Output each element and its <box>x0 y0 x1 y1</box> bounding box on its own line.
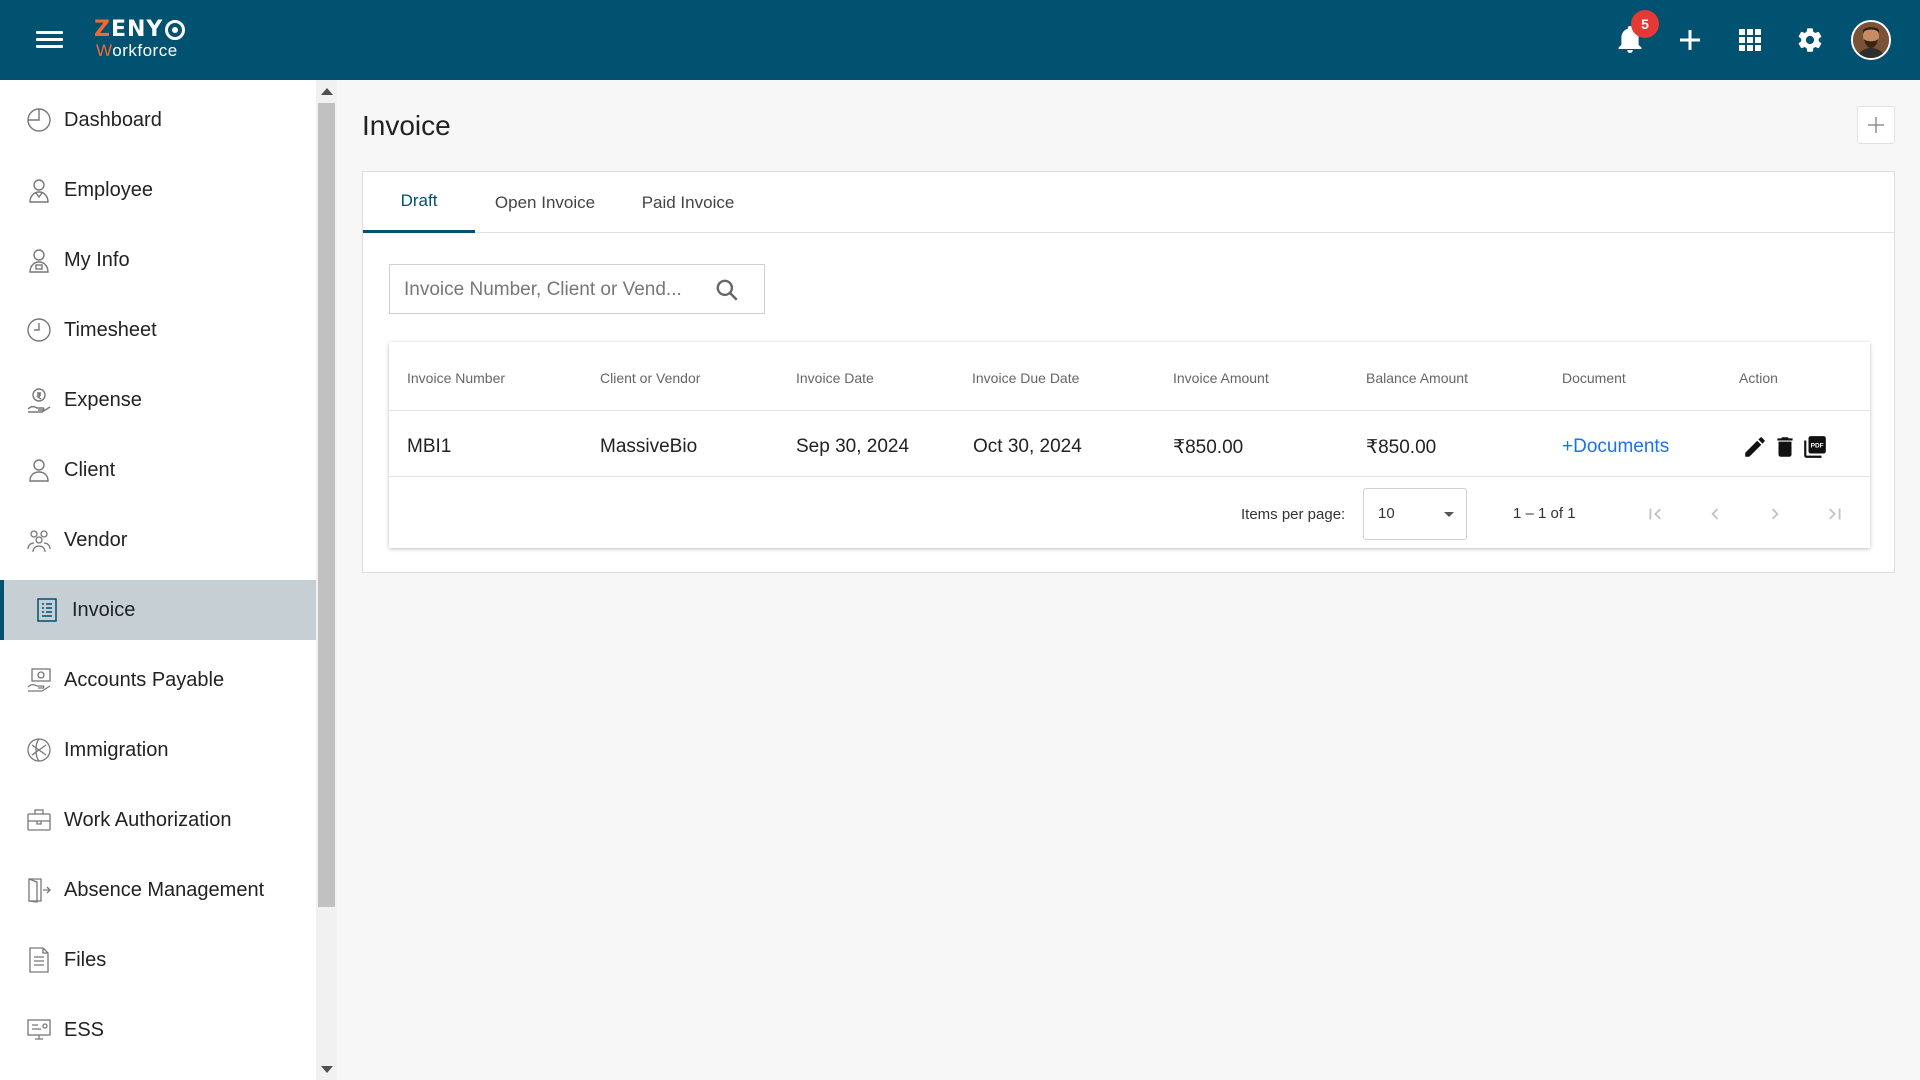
invoice-table: Invoice Number Client or Vendor Invoice … <box>389 342 1870 548</box>
cell-client-or-vendor: MassiveBio <box>600 436 698 457</box>
apps-grid-icon[interactable] <box>1730 20 1770 60</box>
sidebar-item-invoice[interactable]: Invoice <box>0 580 316 640</box>
sidebar-item-files[interactable]: Files <box>0 930 316 990</box>
search-icon[interactable] <box>714 277 740 303</box>
documents-link[interactable]: +Documents <box>1562 436 1669 458</box>
tab-paid-invoice[interactable]: Paid Invoice <box>615 172 761 233</box>
table-header-divider <box>389 410 1870 411</box>
table-row-divider <box>389 476 1870 477</box>
dropdown-caret-icon <box>1444 512 1454 517</box>
items-per-page-value: 10 <box>1378 505 1395 522</box>
sidebar-item-ess[interactable]: ESS <box>0 1000 316 1060</box>
sidebar-item-client[interactable]: Client <box>0 440 316 500</box>
column-header-invoice-amount[interactable]: Invoice Amount <box>1173 370 1269 386</box>
previous-page-button[interactable] <box>1701 500 1729 528</box>
logo-subtitle: Workforce <box>96 41 178 60</box>
sidebar-item-accounts-payable[interactable]: Accounts Payable <box>0 650 316 710</box>
column-header-invoice-number[interactable]: Invoice Number <box>407 370 505 386</box>
items-per-page-label: Items per page: <box>1241 506 1346 523</box>
paginator-range-label: 1 – 1 of 1 <box>1513 505 1576 522</box>
svg-text:PDF: PDF <box>1811 443 1824 450</box>
person-icon <box>26 457 52 483</box>
gear-icon[interactable] <box>1790 20 1830 60</box>
expense-icon <box>26 387 52 413</box>
tab-draft[interactable]: Draft <box>363 172 475 233</box>
column-header-balance-amount[interactable]: Balance Amount <box>1366 370 1468 386</box>
plus-icon <box>1868 117 1884 133</box>
sidebar-item-timesheet[interactable]: Timesheet <box>0 300 316 360</box>
clock-icon <box>26 317 52 343</box>
sidebar-nav: Dashboard Employee My Info Timesheet Exp… <box>0 80 316 1080</box>
column-header-invoice-date[interactable]: Invoice Date <box>796 370 874 386</box>
vendor-icon <box>26 527 52 553</box>
invoice-card: Draft Open Invoice Paid Invoice Invoice … <box>362 171 1895 573</box>
file-icon <box>26 947 52 973</box>
globe-icon <box>26 737 52 763</box>
column-header-document: Document <box>1562 370 1626 386</box>
column-header-invoice-due-date[interactable]: Invoice Due Date <box>972 370 1079 386</box>
tab-open-invoice[interactable]: Open Invoice <box>475 172 615 233</box>
scroll-up-arrow-icon[interactable] <box>321 88 333 95</box>
page-title: Invoice <box>362 110 451 141</box>
my-info-icon <box>26 247 52 273</box>
chevron-right-icon <box>1771 508 1779 520</box>
add-invoice-button[interactable] <box>1857 106 1895 144</box>
sidebar-item-employee[interactable]: Employee <box>0 160 316 220</box>
cell-invoice-due-date: Oct 30, 2024 <box>973 436 1082 457</box>
last-page-button[interactable] <box>1821 500 1849 528</box>
sidebar-item-absence-management[interactable]: Absence Management <box>0 860 316 920</box>
cell-invoice-number: MBI1 <box>407 436 452 457</box>
sidebar-scrollbar-thumb[interactable] <box>318 103 335 907</box>
logo-ring-icon <box>165 20 186 40</box>
edit-icon[interactable] <box>1742 434 1768 460</box>
search-input[interactable] <box>404 277 704 303</box>
exit-door-icon <box>26 877 52 903</box>
accounts-payable-icon <box>26 667 52 693</box>
scroll-down-arrow-icon[interactable] <box>321 1066 333 1073</box>
sidebar-item-dashboard[interactable]: Dashboard <box>0 90 316 150</box>
menu-icon[interactable] <box>36 29 63 51</box>
cell-invoice-date: Sep 30, 2024 <box>796 436 910 457</box>
top-app-bar: Z ENY Workforce 5 <box>0 0 1920 80</box>
plus-icon[interactable] <box>1670 20 1710 60</box>
sidebar-item-work-authorization[interactable]: Work Authorization <box>0 790 316 850</box>
cell-invoice-amount: ₹850.00 <box>1173 437 1244 458</box>
sidebar-item-immigration[interactable]: Immigration <box>0 720 316 780</box>
pdf-icon[interactable]: PDF <box>1802 434 1828 460</box>
briefcase-icon <box>26 807 52 833</box>
delete-icon[interactable] <box>1772 434 1798 460</box>
avatar[interactable] <box>1851 20 1891 60</box>
sidebar-item-expense[interactable]: Expense <box>0 370 316 430</box>
app-logo[interactable]: Z ENY Workforce <box>94 18 186 60</box>
invoice-tabs: Draft Open Invoice Paid Invoice <box>363 172 1894 233</box>
last-page-icon <box>1829 508 1841 520</box>
next-page-button[interactable] <box>1761 500 1789 528</box>
invoice-icon <box>34 597 60 623</box>
logo-wordmark: Z ENY <box>94 18 186 42</box>
ess-icon <box>26 1017 52 1043</box>
chevron-left-icon <box>1711 508 1719 520</box>
cell-balance-amount: ₹850.00 <box>1366 437 1437 458</box>
employee-icon <box>26 177 52 203</box>
first-page-button[interactable] <box>1641 500 1669 528</box>
column-header-action: Action <box>1739 370 1778 386</box>
search-box <box>389 264 765 314</box>
first-page-icon <box>1649 508 1661 520</box>
dashboard-icon <box>26 107 52 133</box>
notification-count-badge: 5 <box>1631 10 1659 38</box>
sidebar-item-vendor[interactable]: Vendor <box>0 510 316 570</box>
sidebar-item-my-info[interactable]: My Info <box>0 230 316 290</box>
items-per-page-select[interactable]: 10 <box>1363 488 1467 540</box>
column-header-client-or-vendor[interactable]: Client or Vendor <box>600 370 700 386</box>
